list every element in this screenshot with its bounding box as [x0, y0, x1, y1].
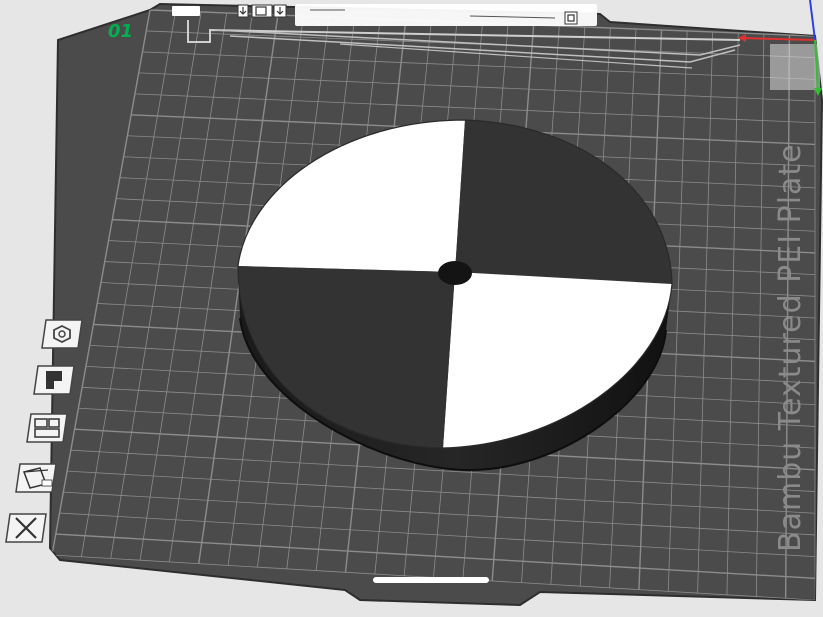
filament-icon [33, 365, 75, 395]
lock-icon[interactable] [564, 11, 578, 25]
arrange-icon[interactable] [237, 4, 249, 18]
auto-orient-icon [41, 319, 83, 349]
settings-plate-icon [15, 463, 57, 493]
z-axis [809, 0, 816, 41]
3d-viewport[interactable]: 01 Bambu Textured PEI Plate [0, 0, 823, 617]
delete-plate-icon [5, 513, 47, 543]
plate-index-label: 01 [108, 21, 133, 42]
disc-center-hole [438, 261, 472, 285]
build-plate-scene[interactable]: 01 Bambu Textured PEI Plate [0, 0, 823, 617]
delete-plate-button[interactable] [4, 512, 48, 544]
plate-handle [373, 577, 489, 583]
arrange-plate-button[interactable] [25, 412, 69, 444]
filament-button[interactable] [32, 364, 76, 396]
orient-icon[interactable] [251, 4, 273, 18]
layout-icon[interactable] [273, 4, 287, 18]
plate-settings-button[interactable] [14, 462, 58, 494]
auto-orient-button[interactable] [40, 318, 84, 350]
plate-name-label: Bambu Textured PEI Plate [773, 143, 808, 552]
arrange-plate-icon [26, 413, 68, 443]
